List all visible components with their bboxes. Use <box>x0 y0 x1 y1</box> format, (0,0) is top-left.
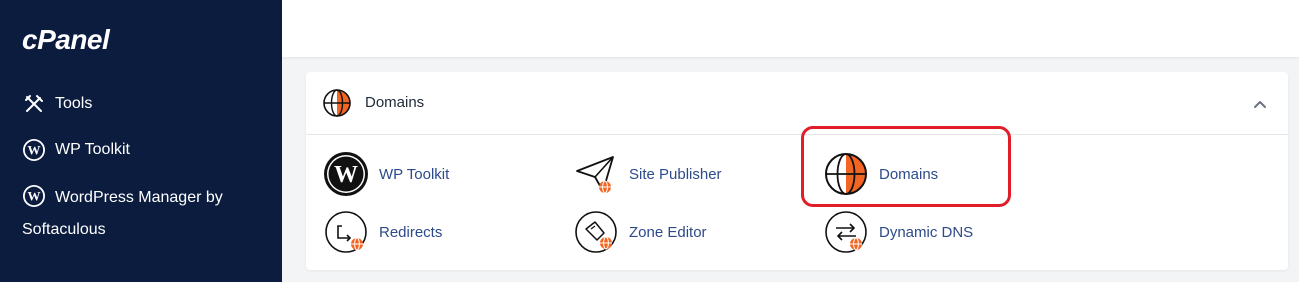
tool-site-publisher[interactable]: Site Publisher <box>573 151 722 197</box>
tools-icon <box>22 92 46 116</box>
paper-plane-icon <box>573 151 619 197</box>
tool-label: Zone Editor <box>629 223 707 241</box>
cpanel-logo[interactable]: cPanel <box>22 24 110 56</box>
wordpress-icon: W <box>323 151 369 197</box>
sidebar-item-tools[interactable]: Tools <box>22 92 92 116</box>
chevron-up-icon[interactable] <box>1250 94 1270 114</box>
top-bar <box>282 0 1299 57</box>
tool-label: Domains <box>879 165 939 183</box>
domains-panel: Domains W WP Toolkit Site Publisher Doma… <box>306 72 1288 270</box>
tool-label: Site Publisher <box>629 165 722 183</box>
tool-wp-toolkit[interactable]: W WP Toolkit <box>323 151 449 197</box>
sidebar-item-label: Tools <box>55 95 93 112</box>
sidebar-item-wordpress-manager[interactable]: W WordPress Manager by Softaculous <box>22 182 262 246</box>
tool-redirects[interactable]: Redirects <box>323 209 442 255</box>
redirect-icon <box>323 209 369 255</box>
sidebar-item-wp-toolkit[interactable]: W WP Toolkit <box>22 138 130 162</box>
dynamic-dns-icon <box>823 209 869 255</box>
zone-editor-icon <box>573 209 619 255</box>
tool-label: Dynamic DNS <box>879 223 974 241</box>
sidebar: cPanel Tools W WP Toolkit W WordPress Ma… <box>0 0 282 282</box>
globe-icon <box>322 88 352 118</box>
panel-title: Domains <box>365 94 425 111</box>
sidebar-item-label: WP Toolkit <box>55 141 130 158</box>
sidebar-item-label: WordPress Manager by Softaculous <box>22 189 223 238</box>
svg-text:W: W <box>28 143 41 158</box>
panel-header[interactable]: Domains <box>306 72 1288 135</box>
tool-zone-editor[interactable]: Zone Editor <box>573 209 707 255</box>
wordpress-icon: W <box>22 184 46 208</box>
tool-domains[interactable]: Domains <box>823 151 938 197</box>
wordpress-icon: W <box>22 138 46 162</box>
tool-label: Redirects <box>379 223 443 241</box>
tool-dynamic-dns[interactable]: Dynamic DNS <box>823 209 973 255</box>
globe-icon <box>823 151 869 197</box>
tool-label: WP Toolkit <box>379 165 450 183</box>
svg-text:W: W <box>28 189 41 204</box>
svg-text:W: W <box>334 162 358 188</box>
